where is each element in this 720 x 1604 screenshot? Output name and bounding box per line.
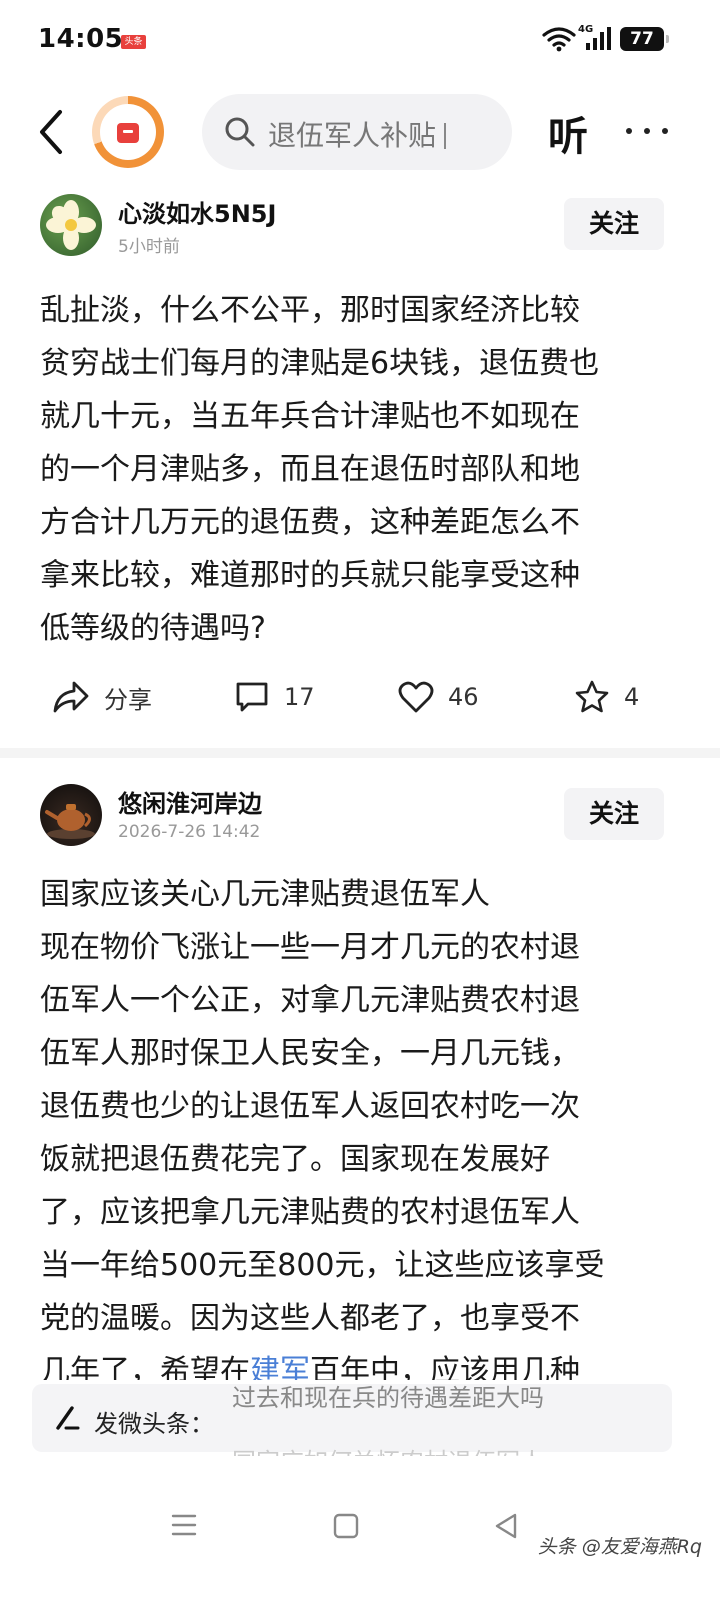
text-line: 现在物价飞涨让一些一月才几元的农村退: [40, 930, 580, 965]
text-line: 了，应该把拿几元津贴费的农村退伍军人: [40, 1195, 580, 1230]
comment-icon: [234, 680, 270, 714]
logo-mark-icon: [117, 123, 139, 143]
text-fragment: 几年了，希望在: [40, 1354, 250, 1380]
username[interactable]: 悠闲淮河岸边: [118, 784, 262, 819]
like-button[interactable]: 46: [398, 670, 479, 724]
text-line: 国家应该关心几元津贴费退伍军人: [40, 877, 490, 912]
follow-button[interactable]: 关注: [564, 788, 664, 840]
text-line: 退伍费也少的让退伍军人返回农村吃一次: [40, 1089, 580, 1124]
avatar[interactable]: [40, 194, 102, 256]
comment-text: 国家应该关心几元津贴费退伍军人 现在物价飞涨让一些一月才几元的农村退 伍军人一个…: [40, 868, 676, 1380]
avatar[interactable]: [40, 784, 102, 846]
text-line: 贫穷战士们每月的津贴是6块钱，退伍费也: [40, 346, 600, 381]
text-fragment: 百年中，应该用几种: [310, 1354, 580, 1380]
text-line-partial: 几年了，希望在建军百年中，应该用几种: [40, 1345, 676, 1380]
battery-indicator: 77: [620, 27, 669, 51]
status-indicators: 77: [542, 26, 669, 52]
text-line: 方合计几万元的退伍费，这种差距怎么不: [40, 505, 580, 540]
comment-text: 乱扯淡，什么不公平，那时国家经济比较 贫穷战士们每月的津贴是6块钱，退伍费也 就…: [40, 284, 676, 655]
like-count: 46: [448, 683, 479, 711]
app-logo[interactable]: [92, 96, 164, 168]
share-icon: [52, 679, 90, 715]
section-divider: [0, 748, 720, 758]
post-timestamp: 2026-7-26 14:42: [118, 822, 261, 842]
cell-signal-icon: [584, 26, 612, 52]
search-icon: [224, 116, 256, 152]
share-label: 分享: [104, 685, 152, 714]
text-line: 饭就把退伍费花完了。国家现在发展好: [40, 1142, 550, 1177]
comment-card: 悠闲淮河岸边 2026-7-26 14:42 关注 国家应该关心几元津贴费退伍军…: [0, 780, 720, 1380]
compose-label: 发微头条：: [94, 1410, 214, 1438]
share-button[interactable]: 分享: [52, 670, 152, 724]
status-bar: 14:05 头条 4G 77: [0, 0, 720, 84]
search-input[interactable]: 退伍军人补贴: [202, 94, 512, 170]
username[interactable]: 心淡如水5N5J: [118, 194, 276, 229]
listen-button[interactable]: 听: [548, 104, 588, 162]
text-line: 当一年给500元至800元，让这些应该享受: [40, 1248, 605, 1283]
heart-icon: [398, 680, 434, 714]
app-notification-badge: 头条: [121, 35, 146, 49]
comment-count: 17: [284, 683, 315, 711]
pen-icon: [54, 1404, 82, 1436]
follow-button[interactable]: 关注: [564, 198, 664, 250]
search-query: 退伍军人补贴: [268, 119, 437, 152]
post-timestamp: 5小时前: [118, 237, 180, 257]
topic-link[interactable]: 建军: [250, 1354, 310, 1380]
compose-bar[interactable]: 发微头条： 过去和现在兵的待遇差距大吗 国家应如何关怀农村退伍军人: [32, 1384, 672, 1456]
favorite-button[interactable]: 4: [574, 670, 639, 724]
compose-suggestion[interactable]: 过去和现在兵的待遇差距大吗: [232, 1378, 544, 1413]
text-line: 乱扯淡，什么不公平，那时国家经济比较: [40, 293, 580, 328]
compose-suggestion[interactable]: 国家应如何关怀农村退伍军人: [232, 1442, 544, 1456]
more-options-icon[interactable]: [626, 128, 668, 136]
watermark: 头条 @友爱海燕Rq: [537, 1536, 702, 1558]
comment-card: 心淡如水5N5J 5小时前 关注 乱扯淡，什么不公平，那时国家经济比较 贫穷战士…: [0, 190, 720, 750]
status-time: 14:05: [38, 24, 124, 54]
favorite-count: 4: [624, 683, 640, 711]
text-line: 党的温暖。因为这些人都老了，也享受不: [40, 1301, 580, 1336]
wifi-icon: [542, 26, 576, 52]
back-arrow-icon[interactable]: [34, 108, 70, 156]
home-icon[interactable]: [332, 1512, 360, 1544]
star-icon: [574, 680, 610, 714]
top-navigation: 退伍军人补贴 听: [0, 90, 720, 174]
text-line: 拿来比较，难道那时的兵就只能享受这种: [40, 558, 580, 593]
text-line: 的一个月津贴多，而且在退伍时部队和地: [40, 452, 580, 487]
text-line: 伍军人一个公正，对拿几元津贴费农村退: [40, 983, 580, 1018]
text-line: 伍军人那时保卫人民安全，一月几元钱，: [40, 1036, 580, 1071]
back-triangle-icon[interactable]: [492, 1512, 520, 1544]
text-line: 就几十元，当五年兵合计津贴也不如现在: [40, 399, 580, 434]
text-line: 低等级的待遇吗?: [40, 611, 266, 646]
menu-icon[interactable]: [170, 1512, 198, 1542]
comment-button[interactable]: 17: [234, 670, 315, 724]
action-bar: 分享 17 46 4: [0, 670, 720, 724]
text-caret: [444, 123, 447, 149]
